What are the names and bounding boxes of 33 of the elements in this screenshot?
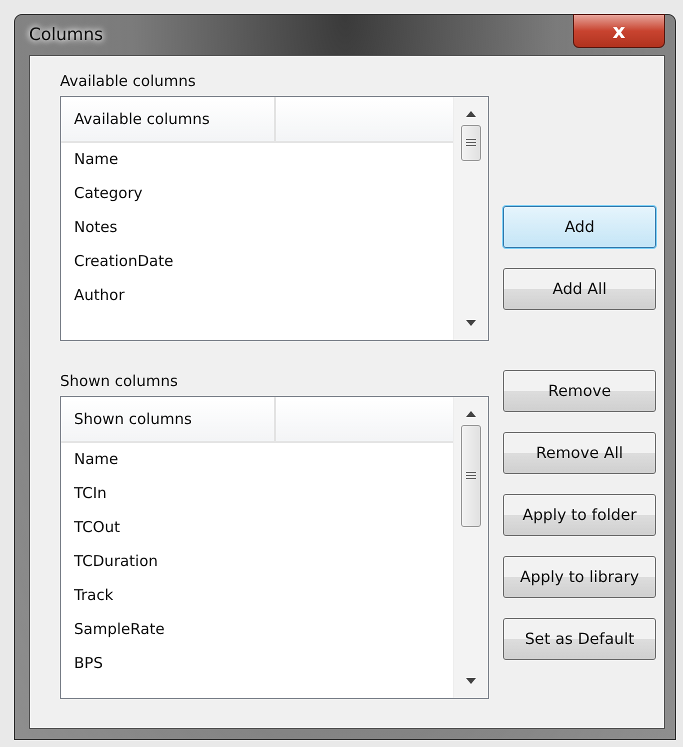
list-item[interactable]: SampleRate (61, 613, 454, 647)
dialog-button[interactable]: Set as Default (503, 618, 656, 660)
dialog-button[interactable]: Apply to folder (503, 494, 656, 536)
list-item[interactable]: Notes (61, 211, 454, 245)
scrollbar[interactable] (453, 397, 488, 698)
scroll-thumb[interactable] (461, 425, 482, 527)
list-item[interactable]: TCDuration (61, 545, 454, 579)
list-item[interactable]: BPS (61, 647, 454, 681)
grip-icon (466, 472, 476, 480)
list-label: Available columns (60, 72, 197, 90)
scroll-thumb[interactable] (461, 125, 482, 161)
list-item[interactable]: TCIn (61, 477, 454, 511)
list-item[interactable]: Category (61, 177, 454, 211)
list-item[interactable]: TCOut (61, 511, 454, 545)
dialog-button[interactable]: Add All (503, 268, 656, 310)
list-item[interactable]: CreationDate (61, 245, 454, 279)
list-item[interactable]: Name (61, 443, 454, 477)
dialog-button[interactable]: Remove All (503, 432, 656, 474)
list-label: Shown columns (60, 372, 179, 390)
list-item[interactable]: Name (61, 143, 454, 177)
close-button[interactable]: x (573, 14, 665, 48)
dialog-button[interactable]: Add (503, 206, 656, 248)
scroll-up-icon[interactable] (466, 111, 476, 117)
scrollbar[interactable] (453, 97, 488, 340)
scroll-up-icon[interactable] (466, 411, 476, 417)
scroll-down-icon[interactable] (466, 320, 476, 326)
list-item[interactable]: Author (61, 279, 454, 313)
window-title: Columns (29, 25, 103, 45)
dialog-button[interactable]: Remove (503, 370, 656, 412)
scroll-down-icon[interactable] (466, 678, 476, 684)
dialog-button[interactable]: Apply to library (503, 556, 656, 598)
list-item[interactable]: Track (61, 579, 454, 613)
grip-icon (466, 139, 476, 147)
